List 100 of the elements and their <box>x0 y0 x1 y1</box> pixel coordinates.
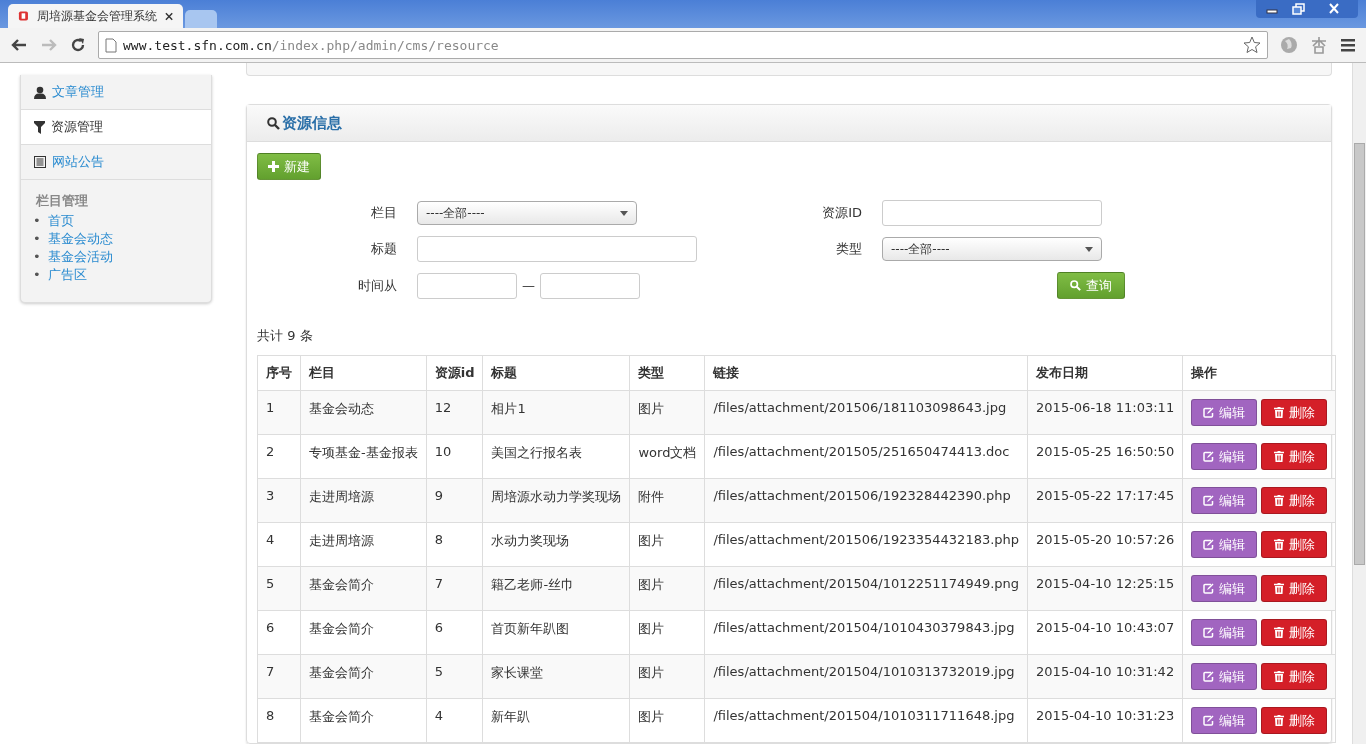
column-header: 链接 <box>704 355 1028 391</box>
section-title: 栏目管理 <box>35 192 89 210</box>
edit-icon <box>1203 495 1215 506</box>
trash-icon <box>1273 495 1284 506</box>
edit-button[interactable]: 编辑 <box>1191 619 1258 646</box>
table-cell: 家长课堂 <box>482 654 630 699</box>
star-icon[interactable] <box>1243 36 1261 54</box>
extension-icon[interactable] <box>1310 36 1328 54</box>
column-header: 标题 <box>482 355 630 391</box>
reload-icon[interactable] <box>70 37 86 53</box>
table-cell: 2015-05-22 17:17:45 <box>1027 478 1183 523</box>
edit-button[interactable]: 编辑 <box>1191 443 1258 470</box>
table-cell: 2015-05-25 16:50:50 <box>1027 434 1183 479</box>
table-cell: 首页新年趴图 <box>482 610 630 655</box>
new-button[interactable]: 新建 <box>257 153 321 180</box>
edit-button[interactable]: 编辑 <box>1191 575 1258 602</box>
panel-title: 资源信息 <box>282 113 342 133</box>
query-button[interactable]: 查询 <box>1057 272 1125 299</box>
table-cell: 9 <box>426 478 483 523</box>
page-icon <box>105 37 117 53</box>
table-cell: /files/attachment/201505/251650474413.doc <box>704 434 1028 479</box>
delete-button[interactable]: 删除 <box>1261 575 1328 602</box>
type-select[interactable]: ----全部---- <box>882 237 1102 261</box>
table-cell: 美国之行报名表 <box>482 434 630 479</box>
table-cell: 8 <box>426 522 483 567</box>
trash-icon <box>1273 407 1284 418</box>
table-cell: 籍乙老师-丝巾 <box>482 566 630 611</box>
table-cell: 基金会动态 <box>300 390 427 435</box>
delete-button[interactable]: 删除 <box>1261 619 1328 646</box>
delete-button[interactable]: 删除 <box>1261 487 1328 514</box>
table-cell: 相片1 <box>482 390 630 435</box>
edit-icon <box>1203 627 1215 638</box>
search-icon <box>1070 280 1081 291</box>
category-link[interactable]: 基金会动态 <box>47 230 113 248</box>
column-header: 发布日期 <box>1027 355 1183 391</box>
record-count: 共计 9 条 <box>257 327 314 345</box>
field-label: 类型 <box>835 240 862 258</box>
delete-button[interactable]: 删除 <box>1261 707 1328 734</box>
search-icon <box>267 116 280 130</box>
edit-button[interactable]: 编辑 <box>1191 707 1258 734</box>
table-cell: 2 <box>257 434 301 479</box>
delete-button[interactable]: 删除 <box>1261 399 1328 426</box>
caret-icon <box>620 210 628 216</box>
filter-icon <box>34 120 45 134</box>
category-link[interactable]: 广告区 <box>47 266 87 284</box>
table-cell: 7 <box>257 654 301 699</box>
edit-icon <box>1203 715 1215 726</box>
table-cell: 6 <box>257 610 301 655</box>
table-cell: 2015-06-18 11:03:11 <box>1027 390 1183 435</box>
back-icon[interactable] <box>10 37 28 53</box>
close-icon[interactable] <box>164 11 173 21</box>
delete-button[interactable]: 删除 <box>1261 531 1328 558</box>
edit-icon <box>1203 671 1215 682</box>
table-cell: 基金会简介 <box>300 698 427 743</box>
sidebar-item[interactable]: 网站公告 <box>21 145 211 180</box>
table-cell: 基金会简介 <box>300 610 427 655</box>
category-link[interactable]: 基金会活动 <box>47 248 113 266</box>
table-cell: 7 <box>426 566 483 611</box>
table-cell: 5 <box>257 566 301 611</box>
sidebar-item[interactable]: 资源管理 <box>21 110 211 145</box>
scrollbar[interactable] <box>1352 63 1366 744</box>
bullet: • <box>33 266 41 284</box>
globe-icon[interactable] <box>1280 36 1298 54</box>
browser-tab[interactable]: 周培源基金会管理系统 <box>8 4 183 28</box>
table-cell: 5 <box>426 654 483 699</box>
category-select[interactable]: ----全部---- <box>417 201 637 225</box>
table-cell: 2015-04-10 12:25:15 <box>1027 566 1183 611</box>
field-label: 标题 <box>370 240 397 258</box>
table-cell: /files/attachment/201504/1012251174949.png <box>704 566 1028 611</box>
field-label: 时间从 <box>357 276 397 295</box>
table-cell: /files/attachment/201504/1010313732019.jpg <box>704 654 1028 699</box>
user-icon <box>34 85 46 99</box>
forward-icon[interactable] <box>40 37 58 53</box>
date-to-field[interactable] <box>540 272 640 299</box>
date-from-field[interactable] <box>417 272 517 299</box>
column-header: 资源id <box>426 355 483 391</box>
delete-button[interactable]: 删除 <box>1261 663 1328 690</box>
table-cell: 图片 <box>629 654 705 699</box>
trash-icon <box>1273 627 1284 638</box>
address-bar[interactable]: www.test.sfn.com.cn/index.php/admin/cms/resource <box>98 31 1268 59</box>
favicon-icon <box>18 10 29 22</box>
table-cell: 4 <box>257 522 301 567</box>
new-tab-button[interactable] <box>185 10 217 28</box>
edit-button[interactable]: 编辑 <box>1191 487 1258 514</box>
title-field[interactable] <box>417 236 697 262</box>
category-link[interactable]: 首页 <box>47 212 74 230</box>
caret-icon <box>1085 246 1093 252</box>
column-header: 序号 <box>257 355 301 391</box>
table-cell: 8 <box>257 698 301 743</box>
table-cell: 图片 <box>629 610 705 655</box>
resource-id-field[interactable] <box>882 200 1102 226</box>
edit-button[interactable]: 编辑 <box>1191 663 1258 690</box>
tab-title: 周培源基金会管理系统 <box>36 7 157 25</box>
table-cell: 4 <box>426 698 483 743</box>
menu-icon[interactable] <box>1340 37 1356 53</box>
edit-button[interactable]: 编辑 <box>1191 399 1258 426</box>
edit-button[interactable]: 编辑 <box>1191 531 1258 558</box>
edit-icon <box>1203 451 1215 462</box>
delete-button[interactable]: 删除 <box>1261 443 1328 470</box>
table-cell: /files/attachment/201506/181103098643.jpg <box>704 390 1028 435</box>
